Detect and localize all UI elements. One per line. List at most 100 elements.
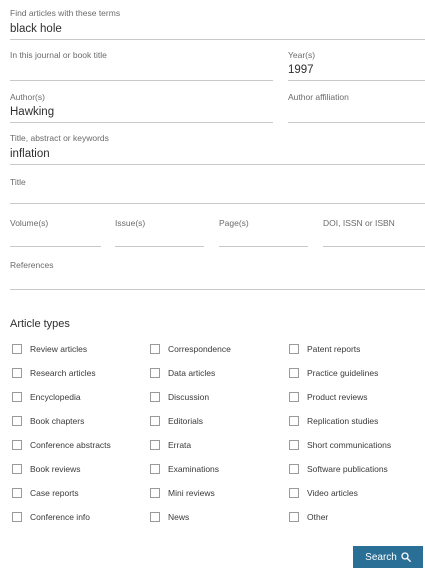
- article-type-label: Other: [307, 512, 329, 522]
- checkbox-box[interactable]: [289, 488, 299, 498]
- search-button-label: Search: [365, 551, 397, 563]
- article-type-checkbox[interactable]: Short communications: [289, 438, 391, 452]
- article-type-label: Case reports: [30, 488, 79, 498]
- article-type-label: Video articles: [307, 488, 358, 498]
- article-type-label: Book reviews: [30, 464, 81, 474]
- affiliation-field[interactable]: Author affiliation: [288, 92, 425, 123]
- article-type-label: Mini reviews: [168, 488, 215, 498]
- checkbox-box[interactable]: [289, 368, 299, 378]
- year-input[interactable]: 1997: [288, 64, 314, 76]
- article-type-label: Conference abstracts: [30, 440, 111, 450]
- terms-input[interactable]: black hole: [10, 23, 62, 35]
- tak-field[interactable]: Title, abstract or keywords inflation: [10, 133, 425, 165]
- author-label: Author(s): [10, 92, 45, 102]
- year-underline: [288, 80, 425, 81]
- checkbox-box[interactable]: [12, 368, 22, 378]
- checkbox-box[interactable]: [12, 344, 22, 354]
- article-type-checkbox[interactable]: Conference abstracts: [12, 438, 111, 452]
- article-type-label: Book chapters: [30, 416, 85, 426]
- terms-label: Find articles with these terms: [10, 8, 121, 18]
- title-label: Title: [10, 177, 26, 187]
- checkbox-box[interactable]: [289, 464, 299, 474]
- checkbox-box[interactable]: [150, 392, 160, 402]
- doi-field[interactable]: DOI, ISSN or ISBN: [323, 218, 425, 247]
- article-type-label: Examinations: [168, 464, 220, 474]
- checkbox-box[interactable]: [12, 464, 22, 474]
- checkbox-box[interactable]: [12, 392, 22, 402]
- article-type-checkbox[interactable]: Patent reports: [289, 342, 360, 356]
- article-type-label: Review articles: [30, 344, 88, 354]
- title-field[interactable]: Title: [10, 177, 425, 204]
- checkbox-box[interactable]: [150, 464, 160, 474]
- checkbox-box[interactable]: [12, 512, 22, 522]
- checkbox-box[interactable]: [289, 416, 299, 426]
- references-field[interactable]: References: [10, 260, 425, 290]
- article-type-label: Encyclopedia: [30, 392, 81, 402]
- checkbox-box[interactable]: [289, 512, 299, 522]
- article-type-checkbox[interactable]: Encyclopedia: [12, 390, 81, 404]
- article-types-heading: Article types: [10, 318, 70, 330]
- article-type-label: Product reviews: [307, 392, 368, 402]
- author-input[interactable]: Hawking: [10, 106, 54, 118]
- checkbox-box[interactable]: [289, 392, 299, 402]
- article-type-checkbox[interactable]: Video articles: [289, 486, 358, 500]
- article-type-label: Data articles: [168, 368, 216, 378]
- checkbox-box[interactable]: [150, 488, 160, 498]
- article-type-label: News: [168, 512, 190, 522]
- tak-label: Title, abstract or keywords: [10, 133, 109, 143]
- search-button[interactable]: Search: [353, 546, 423, 568]
- doi-underline: [323, 246, 425, 247]
- volume-field[interactable]: Volume(s): [10, 218, 101, 247]
- article-type-checkbox[interactable]: Conference info: [12, 510, 90, 524]
- year-field[interactable]: Year(s) 1997: [288, 50, 425, 81]
- checkbox-box[interactable]: [150, 344, 160, 354]
- terms-underline: [10, 39, 425, 40]
- article-type-label: Patent reports: [307, 344, 361, 354]
- article-type-label: Research articles: [30, 368, 96, 378]
- article-type-label: Conference info: [30, 512, 91, 522]
- title-underline: [10, 203, 425, 204]
- article-type-label: Editorials: [168, 416, 203, 426]
- article-type-checkbox[interactable]: Book chapters: [12, 414, 84, 428]
- article-type-checkbox[interactable]: Practice guidelines: [289, 366, 378, 380]
- article-type-checkbox[interactable]: Correspondence: [150, 342, 231, 356]
- article-type-checkbox[interactable]: Book reviews: [12, 462, 81, 476]
- article-type-checkbox[interactable]: Errata: [150, 438, 191, 452]
- checkbox-box[interactable]: [12, 416, 22, 426]
- checkbox-box[interactable]: [12, 488, 22, 498]
- checkbox-box[interactable]: [289, 440, 299, 450]
- article-type-checkbox[interactable]: Research articles: [12, 366, 96, 380]
- checkbox-box[interactable]: [150, 416, 160, 426]
- article-type-checkbox[interactable]: Review articles: [12, 342, 87, 356]
- article-type-checkbox[interactable]: News: [150, 510, 189, 524]
- pages-field[interactable]: Page(s): [219, 218, 308, 247]
- journal-field[interactable]: In this journal or book title: [10, 50, 273, 81]
- volume-underline: [10, 246, 101, 247]
- article-type-checkbox[interactable]: Mini reviews: [150, 486, 215, 500]
- checkbox-box[interactable]: [150, 512, 160, 522]
- article-type-label: Discussion: [168, 392, 210, 402]
- author-field[interactable]: Author(s) Hawking: [10, 92, 273, 123]
- checkbox-box[interactable]: [150, 440, 160, 450]
- references-underline: [10, 289, 425, 290]
- article-type-checkbox[interactable]: Software publications: [289, 462, 388, 476]
- terms-field[interactable]: Find articles with these terms black hol…: [10, 8, 425, 40]
- article-type-checkbox[interactable]: Other: [289, 510, 328, 524]
- issue-field[interactable]: Issue(s): [115, 218, 204, 247]
- article-type-label: Practice guidelines: [307, 368, 379, 378]
- issue-label: Issue(s): [115, 218, 146, 228]
- article-type-checkbox[interactable]: Examinations: [150, 462, 219, 476]
- pages-label: Page(s): [219, 218, 249, 228]
- article-type-checkbox[interactable]: Editorials: [150, 414, 203, 428]
- checkbox-box[interactable]: [12, 440, 22, 450]
- article-type-checkbox[interactable]: Replication studies: [289, 414, 378, 428]
- article-type-label: Software publications: [307, 464, 388, 474]
- article-type-checkbox[interactable]: Product reviews: [289, 390, 367, 404]
- checkbox-box[interactable]: [150, 368, 160, 378]
- article-type-checkbox[interactable]: Case reports: [12, 486, 79, 500]
- search-icon: [401, 552, 411, 562]
- article-type-checkbox[interactable]: Data articles: [150, 366, 215, 380]
- checkbox-box[interactable]: [289, 344, 299, 354]
- tak-input[interactable]: inflation: [10, 148, 50, 160]
- article-type-checkbox[interactable]: Discussion: [150, 390, 209, 404]
